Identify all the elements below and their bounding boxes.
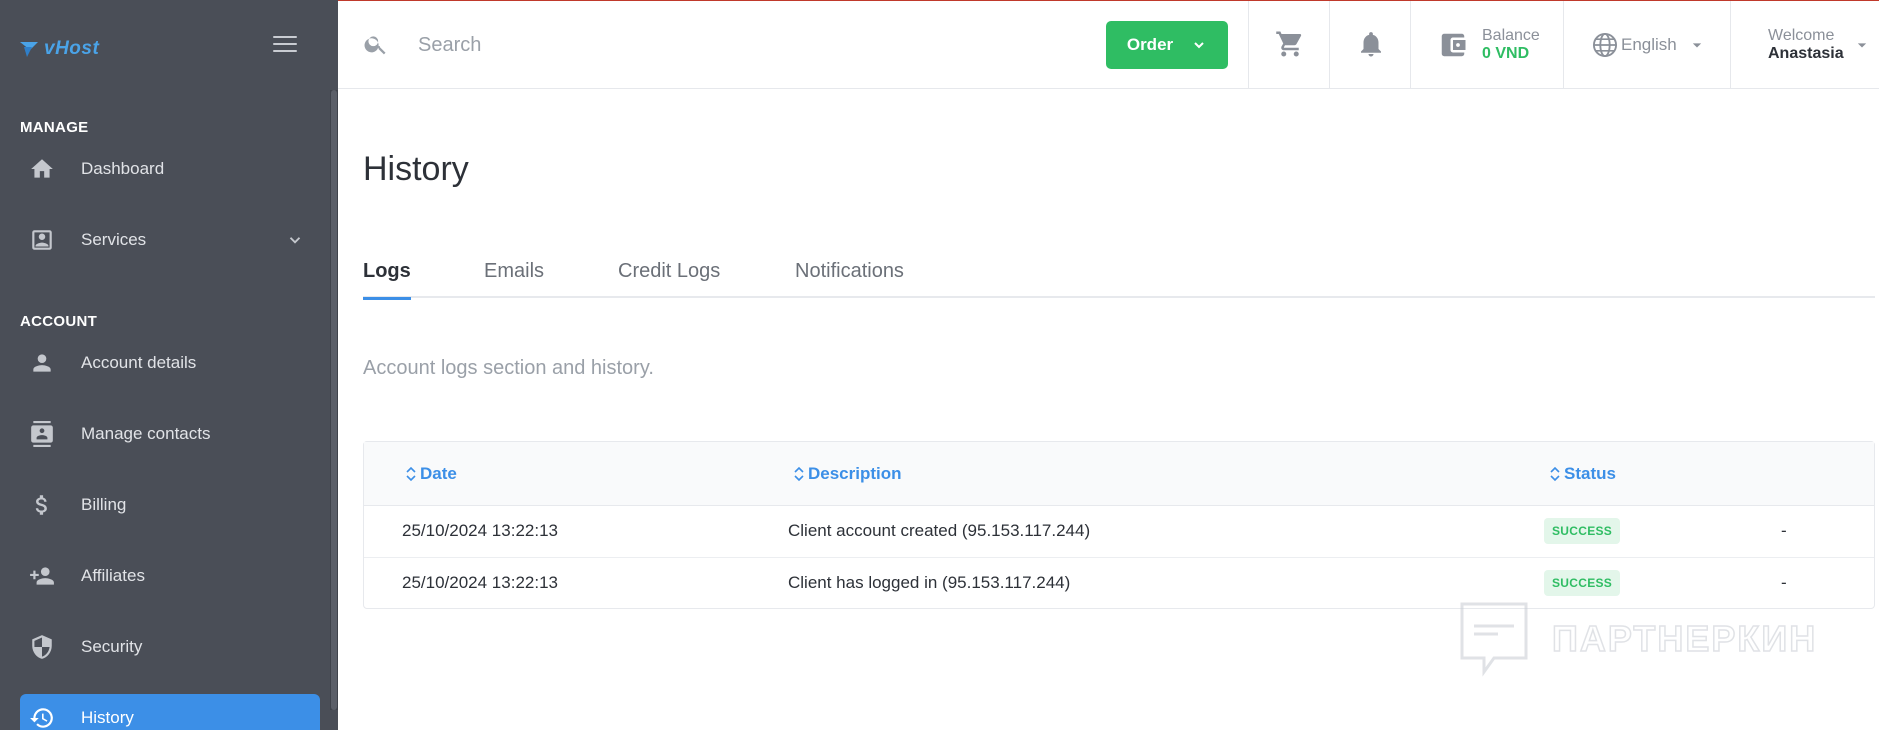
sidebar-item-label: Manage contacts bbox=[81, 424, 211, 443]
caret-down-icon bbox=[1692, 43, 1701, 48]
section-label-account: ACCOUNT bbox=[20, 313, 98, 330]
logo-mark-icon bbox=[20, 42, 38, 57]
table-header: Date Description Status bbox=[364, 442, 1874, 506]
cell-description: Client has logged in (95.153.117.244) bbox=[788, 573, 1071, 592]
sidebar-scrollbar-thumb[interactable] bbox=[331, 90, 337, 710]
cell-extra: - bbox=[1781, 573, 1787, 592]
order-button-label: Order bbox=[1126, 35, 1174, 54]
person-add-icon bbox=[28, 562, 56, 590]
search-icon bbox=[364, 36, 386, 55]
tab-emails[interactable]: Emails bbox=[484, 258, 544, 298]
cell-date: 25/10/2024 13:22:13 bbox=[402, 573, 558, 592]
sidebar-item-label: Billing bbox=[81, 495, 127, 514]
shield-icon bbox=[28, 633, 56, 661]
history-icon bbox=[28, 704, 56, 730]
column-header-label: Description bbox=[808, 464, 902, 483]
balance-label: Balance bbox=[1482, 27, 1540, 44]
sidebar-item-label: Account details bbox=[81, 353, 197, 372]
globe-icon bbox=[1592, 32, 1618, 58]
topbar-divider bbox=[1410, 1, 1411, 89]
caret-down-icon[interactable] bbox=[1852, 35, 1872, 55]
cell-date: 25/10/2024 13:22:13 bbox=[402, 521, 558, 540]
user-name: Anastasia bbox=[1768, 45, 1844, 62]
sidebar-item-security[interactable]: Security bbox=[20, 623, 320, 671]
sidebar-item-label: History bbox=[81, 708, 134, 727]
language-label: English bbox=[1621, 35, 1677, 54]
section-label-manage: MANAGE bbox=[20, 119, 89, 136]
welcome-label: Welcome bbox=[1768, 27, 1835, 44]
cell-extra: - bbox=[1781, 521, 1787, 540]
sidebar-item-account-details[interactable]: Account details bbox=[20, 339, 320, 387]
sidebar: vHost MANAGE Dashboard Services ACCOUNT … bbox=[0, 0, 338, 730]
search-input[interactable] bbox=[418, 27, 1018, 63]
sidebar-item-label: Dashboard bbox=[81, 159, 165, 178]
watermark-text: ПАРТНЕРКИН bbox=[1551, 617, 1818, 660]
sort-icon bbox=[1550, 466, 1560, 482]
sort-icon bbox=[406, 466, 416, 482]
watermark: ПАРТНЕРКИН bbox=[1458, 600, 1817, 678]
status-badge: SUCCESS bbox=[1544, 518, 1621, 544]
cell-description: Client account created (95.153.117.244) bbox=[788, 521, 1091, 540]
cart-icon[interactable] bbox=[1275, 29, 1305, 59]
order-button[interactable]: Order bbox=[1106, 21, 1228, 69]
balance-value: 0 VND bbox=[1482, 45, 1530, 62]
language-selector[interactable]: English bbox=[1591, 31, 1707, 59]
topbar: Order Balance 0 VND English Welcome Anas… bbox=[338, 0, 1879, 89]
page-title: History bbox=[363, 150, 469, 188]
user-menu[interactable]: Welcome Anastasia bbox=[1768, 27, 1844, 63]
sidebar-item-services[interactable]: Services bbox=[20, 216, 320, 264]
topbar-divider bbox=[1730, 1, 1731, 89]
sidebar-header: vHost bbox=[0, 0, 338, 90]
sidebar-item-label: Security bbox=[81, 637, 143, 656]
topbar-divider bbox=[1248, 1, 1249, 89]
logo[interactable]: vHost bbox=[18, 38, 99, 60]
history-tabs: Logs Emails Credit Logs Notifications bbox=[363, 258, 1875, 300]
tab-credit-logs[interactable]: Credit Logs bbox=[618, 258, 720, 298]
logs-table: Date Description Status 25/10/2024 13:22… bbox=[363, 441, 1875, 609]
column-header-label: Status bbox=[1564, 464, 1616, 483]
sort-icon bbox=[794, 466, 804, 482]
column-header-label: Date bbox=[420, 464, 457, 483]
dollar-icon bbox=[28, 491, 56, 519]
watermark-logo-icon bbox=[1460, 602, 1528, 677]
column-header-status[interactable]: Status bbox=[1549, 464, 1616, 484]
tab-notifications[interactable]: Notifications bbox=[795, 258, 904, 298]
home-icon bbox=[28, 155, 56, 183]
column-header-description[interactable]: Description bbox=[793, 464, 902, 484]
bell-icon[interactable] bbox=[1356, 29, 1386, 59]
status-badge: SUCCESS bbox=[1544, 570, 1621, 596]
sidebar-item-dashboard[interactable]: Dashboard bbox=[20, 145, 320, 193]
person-icon bbox=[28, 349, 56, 377]
logo-text: vHost bbox=[44, 38, 100, 59]
portrait-icon bbox=[28, 226, 56, 254]
contacts-icon bbox=[28, 420, 56, 448]
sidebar-item-affiliates[interactable]: Affiliates bbox=[20, 552, 320, 600]
sidebar-item-manage-contacts[interactable]: Manage contacts bbox=[20, 410, 320, 458]
tab-logs[interactable]: Logs bbox=[363, 258, 411, 300]
menu-toggle-icon[interactable] bbox=[273, 36, 297, 54]
topbar-divider bbox=[1329, 1, 1330, 89]
sidebar-item-history[interactable]: History bbox=[20, 694, 320, 730]
sidebar-item-label: Affiliates bbox=[81, 566, 145, 585]
chevron-down-icon bbox=[1194, 42, 1204, 49]
table-row: 25/10/2024 13:22:13 Client account creat… bbox=[364, 506, 1874, 557]
column-header-date[interactable]: Date bbox=[405, 464, 457, 484]
topbar-divider bbox=[1563, 1, 1564, 89]
section-description: Account logs section and history. bbox=[363, 357, 654, 379]
sidebar-item-label: Services bbox=[81, 230, 147, 249]
chevron-down-icon bbox=[289, 237, 301, 244]
balance-widget[interactable]: Balance 0 VND bbox=[1438, 21, 1540, 69]
wallet-icon bbox=[1441, 33, 1466, 57]
sidebar-item-billing[interactable]: Billing bbox=[20, 481, 320, 529]
